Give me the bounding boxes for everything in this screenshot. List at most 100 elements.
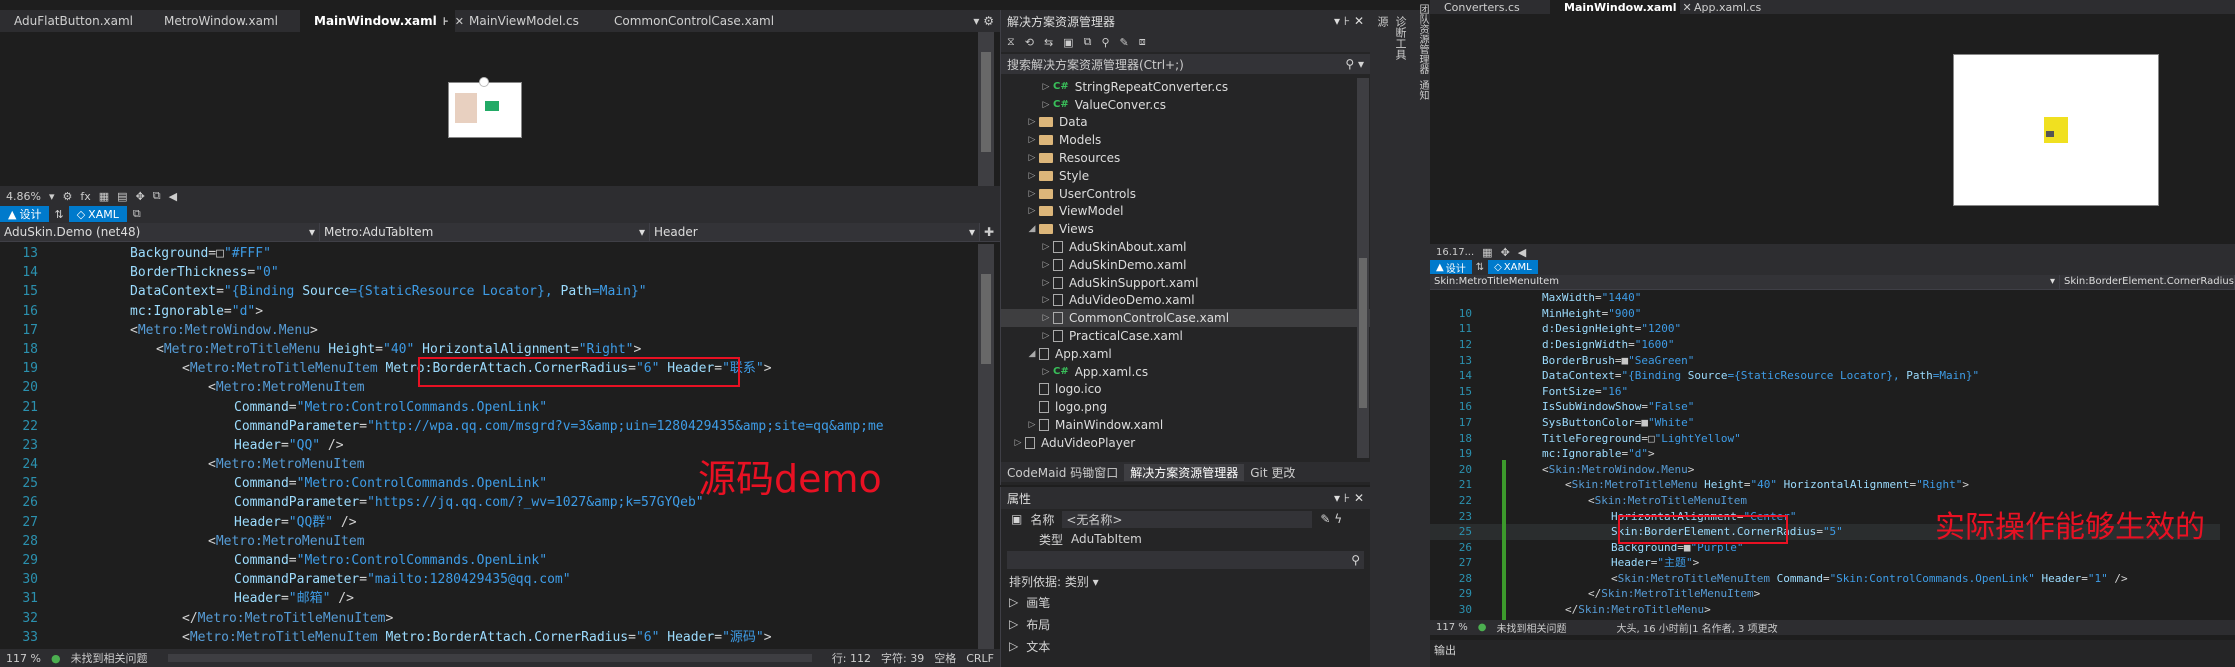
side-tab-team[interactable]: 团队资源管理器 [1408,4,1430,74]
filter-icon[interactable]: ⚲ [1101,36,1109,49]
type-dropdown[interactable]: Metro:AduTabItem ▾ [320,222,650,241]
code-icon[interactable]: ⧉ [153,189,161,203]
tree-item[interactable]: ▷ PracticalCase.xaml [1001,327,1370,345]
code-line[interactable]: 28 <Skin:MetroTitleMenuItem Command="Skin… [1430,571,2220,587]
right-zoom-level[interactable]: 16.17... [1436,247,1474,258]
preview-icon[interactable]: ⧈ [1139,35,1146,49]
tree-item[interactable]: ▷ Models [1001,131,1370,149]
chevron-right-icon[interactable]: ▷ [1025,189,1039,199]
chevron-right-icon[interactable]: ▷ [1025,135,1039,145]
tab-right-mainwindow[interactable]: MainWindow.xaml ✕ [1550,0,1692,14]
prop-group-brush[interactable]: ▷ 画笔 [1001,591,1370,613]
tree-item[interactable]: ▷ AduSkinAbout.xaml [1001,238,1370,256]
grid-icon[interactable]: ▦ [1482,246,1492,259]
code-line[interactable]: 29 </Skin:MetroTitleMenuItem> [1430,586,2220,602]
search-icon[interactable]: ⚲ [1351,553,1360,567]
grid-icon[interactable]: ▦ [99,190,109,203]
panel-controls-icon[interactable]: ▾ ⊦ ✕ [1334,14,1364,28]
side-tab-diagnostics[interactable]: 诊断工具 [1392,16,1408,661]
chevron-right-icon[interactable]: ▷ [1011,438,1025,448]
right-type-dropdown[interactable]: Skin:MetroTitleMenuItem ▾ [1430,274,2060,289]
right-xaml-view-tab[interactable]: ◇ XAML [1488,260,1538,274]
swap-icon[interactable]: ⇅ [51,208,66,221]
swap-icon[interactable]: ⇅ [1474,262,1486,273]
tree-item[interactable]: ▷ C# StringRepeatConverter.cs [1001,78,1370,96]
right-design-view-tab[interactable]: ▲ 设计 [1430,260,1472,275]
chevron-right-icon[interactable]: ▷ [1039,242,1053,252]
search-icon[interactable]: ⚲ ▾ [1345,57,1364,71]
code-line[interactable]: 21 Command="Metro:ControlCommands.OpenLin… [0,398,980,417]
tree-item[interactable]: ▷ AduVideoDemo.xaml [1001,292,1370,310]
code-line[interactable]: 21 <Skin:MetroTitleMenu Height="40" Horiz… [1430,477,2220,493]
right-member-dropdown[interactable]: Skin:BorderElement.CornerRadius [2060,274,2235,289]
layout-icon[interactable]: ▤ [117,190,127,203]
prop-group-text[interactable]: ▷ 文本 [1001,635,1370,657]
code-line[interactable]: 27 Header="QQ群" /> [0,513,980,532]
history-icon[interactable]: ⟲ [1025,36,1034,49]
code-line[interactable]: 14 BorderThickness="0" [0,263,980,282]
panel-controls-icon[interactable]: ▾ ⊦ ✕ [1334,491,1364,505]
design-preview-window[interactable] [448,77,522,138]
member-dropdown[interactable]: Header ▾ [650,222,980,241]
tree-item[interactable]: ▷ Data [1001,114,1370,132]
chevron-right-icon[interactable]: ▷ [1039,313,1053,323]
tab-app-xaml-cs[interactable]: App.xaml.cs [1680,0,1800,14]
code-line[interactable]: 17 <Metro:MetroWindow.Menu> [0,321,980,340]
design-surface[interactable] [0,32,980,200]
tree-item[interactable]: logo.png [1001,398,1370,416]
side-tab-notifications[interactable]: 通知 [1408,80,1430,100]
code-line[interactable]: 30 </Skin:MetroTitleMenu> [1430,602,2220,618]
chevron-right-icon[interactable]: ▷ [1039,331,1053,341]
code-vscroll[interactable] [978,244,994,649]
code-line[interactable]: 29 Command="Metro:ControlCommands.OpenLin… [0,551,980,570]
tree-item[interactable]: ◢ App.xaml [1001,345,1370,363]
tree-item[interactable]: ▷ C# ValueConver.cs [1001,96,1370,114]
pin-icon[interactable]: ⊦ [443,15,449,28]
right-code-editor[interactable]: MaxWidth="1440" 10 MinHeight="900" 11 d:Desi… [1430,290,2220,620]
code-line[interactable]: 31 Header="邮箱" /> [0,589,980,608]
tree-vscroll-thumb[interactable] [1359,258,1367,408]
prop-search[interactable]: ⚲ [1007,551,1364,569]
tab-mainwindow[interactable]: MainWindow.xaml ⊦ ✕ [300,10,464,32]
project-dropdown[interactable]: AduSkin.Demo (net48) ▾ [0,222,320,241]
tree-vscroll[interactable] [1357,78,1369,458]
tree-item[interactable]: ▷ Style [1001,167,1370,185]
tab-solution-explorer[interactable]: 解决方案资源管理器 [1124,463,1245,481]
code-line[interactable]: 13 Background=□"#FFF" [0,244,980,263]
prop-sort[interactable]: 排列依据: 类别 ▾ [1001,571,1370,591]
chevron-down-icon[interactable]: ◢ [1025,349,1039,359]
right-preview-window[interactable] [1953,54,2159,206]
tab-metrowindow[interactable]: MetroWindow.xaml [150,10,300,32]
tree-item[interactable]: ▷ MainWindow.xaml [1001,416,1370,434]
design-view-tab[interactable]: ▲ 设计 [0,206,50,222]
chevron-down-icon[interactable]: ◢ [1025,224,1039,234]
tree-item[interactable]: ▷ UserControls [1001,185,1370,203]
right-status-issues[interactable]: 未找到相关问题 [1497,620,1567,635]
chevron-right-icon[interactable]: ▷ [1025,420,1039,430]
code-line[interactable]: 28 <Metro:MetroMenuItem [0,532,980,551]
collapse-icon[interactable]: ◀ [169,190,177,203]
chevron-right-icon[interactable]: ▷ [1039,295,1053,305]
chevron-right-icon[interactable]: ▷ [1039,367,1053,377]
code-line[interactable]: 30 CommandParameter="mailto:1280429435@qq… [0,570,980,589]
copy-icon[interactable]: ⧉ [1084,35,1092,49]
tree-item[interactable]: ▷ CommonControlCase.xaml [1001,309,1370,328]
code-line[interactable]: 33 <Metro:MetroTitleMenuItem Metro:Border… [0,628,980,647]
dropdown-icon[interactable]: ▾ [49,190,55,203]
popout-icon[interactable]: ⧉ [129,207,145,221]
design-vscroll-thumb[interactable] [981,52,991,152]
code-vscroll-thumb[interactable] [981,274,991,364]
snap-icon[interactable]: ✥ [1501,246,1510,259]
settings-icon[interactable]: ⚙ [62,190,72,203]
tree-item[interactable]: logo.ico [1001,381,1370,399]
sync-icon[interactable]: ⇆ [1044,36,1053,49]
solution-search-input[interactable]: 搜索解决方案资源管理器(Ctrl+;) [1007,56,1184,73]
left-code-editor[interactable]: 13 Background=□"#FFF" 14 BorderThickness="0… [0,244,980,649]
code-line[interactable]: 16 mc:Ignorable="d"> [0,302,980,321]
chevron-right-icon[interactable]: ▷ [1025,171,1039,181]
chevron-right-icon[interactable]: ▷ [1025,206,1039,216]
status-issues[interactable]: 未找到相关问题 [71,650,148,666]
code-line[interactable]: 15 DataContext="{Binding Source={StaticRe… [0,282,980,301]
chevron-right-icon[interactable]: ▷ [1039,82,1053,92]
tree-item[interactable]: ◢ Views [1001,220,1370,238]
